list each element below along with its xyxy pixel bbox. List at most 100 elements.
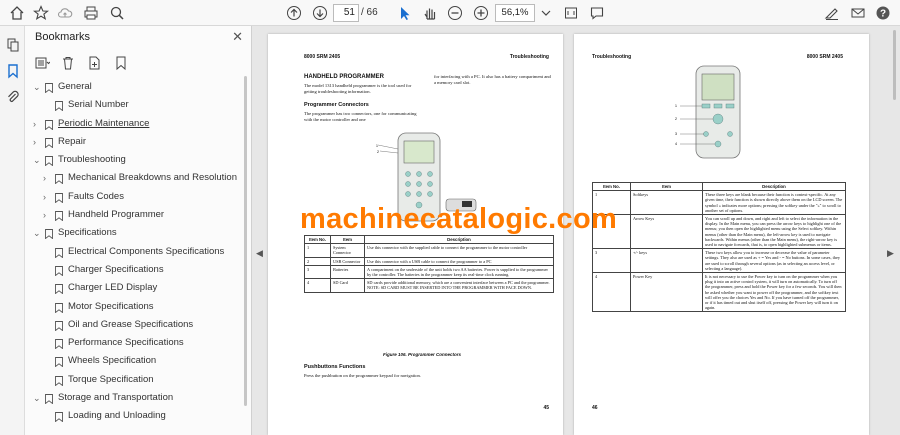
home-icon[interactable] [8,4,26,22]
print-icon[interactable] [82,4,100,22]
sign-icon[interactable] [823,4,841,22]
scroll-right-icon[interactable]: ▶ [887,248,894,259]
bookmark-item[interactable]: Performance Specifications [25,334,243,352]
page-46: Troubleshooting 8000 SRM 2405 1 2 3 4 It… [574,34,869,435]
chevron-right-icon[interactable]: › [33,115,43,133]
bookmarks-scrollbar[interactable] [244,76,247,406]
bookmark-flag-icon [55,302,63,313]
table-cell: Use this connector with the supplied cab… [364,243,554,258]
close-icon[interactable]: ✕ [232,29,243,45]
fit-page-icon[interactable] [562,4,580,22]
bookmark-options-icon[interactable] [33,54,51,72]
bookmark-item[interactable]: Charger LED Display [25,279,243,297]
page-thumbnails-icon[interactable] [4,36,22,54]
bookmark-item[interactable]: › Handheld Programmer [25,206,243,224]
chevron-down-icon[interactable]: ⌄ [33,224,43,242]
bookmark-flag-icon [55,411,63,423]
table-cell: 4 [592,272,631,313]
bookmark-flag-icon [55,320,63,332]
table-cell: It is not necessary to use the Power key… [702,272,846,313]
bookmark-flag-icon [45,137,53,149]
table-header-description: Description [702,181,846,192]
document-scrollbar[interactable] [893,30,896,100]
table-cell: System Connector [330,243,365,258]
table-cell: Batteries [330,264,365,280]
table-cell: 4 [304,278,331,293]
hand-tool-icon[interactable] [421,4,439,22]
delete-bookmark-icon[interactable] [59,54,77,72]
comment-icon[interactable] [588,4,606,22]
bookmark-item[interactable]: ⌄ Storage and Transportation [25,389,243,407]
pushbuttons-text: Press the pushbutton on the programmer k… [304,373,421,378]
chevron-right-icon[interactable]: › [43,206,53,224]
svg-text:3: 3 [675,132,677,136]
table-header-item: Item [630,181,703,192]
bookmark-label: Mechanical Breakdowns and Resolution [68,172,237,184]
bookmark-item[interactable]: Motor Specifications [25,298,243,316]
chevron-right-icon[interactable]: › [43,169,53,187]
bookmark-item[interactable]: ⌄ Troubleshooting [25,151,243,169]
table-row: 3 +/- keys These two keys allow you to inc… [592,248,846,274]
select-cursor-icon[interactable] [396,4,414,22]
table-cell: Power Key [630,272,703,313]
bookmark-item[interactable]: ⌄ General [25,78,243,96]
chevron-right-icon[interactable]: › [43,188,53,206]
chevron-down-icon[interactable]: ⌄ [33,389,43,407]
table-cell: These two keys allow you to increase or … [702,248,846,274]
help-icon[interactable]: ? [874,4,892,22]
chevron-down-icon[interactable]: ⌄ [33,151,43,169]
navigation-strip [0,26,25,435]
bookmark-label: Faults Codes [68,190,124,202]
chevron-right-icon[interactable]: › [33,133,43,151]
star-icon[interactable] [32,4,50,22]
bookmark-flag-icon [55,338,63,350]
chevron-down-icon[interactable] [537,4,555,22]
cloud-upload-icon[interactable] [56,4,74,22]
bookmark-item[interactable]: Wheels Specification [25,352,243,370]
previous-page-icon[interactable] [285,4,303,22]
bookmark-item[interactable]: Torque Specification [25,371,243,389]
email-icon[interactable] [849,4,867,22]
table-row: 3 Batteries A compartment on the underside… [304,264,554,280]
keypad-table: Item No. Item Description 1 Softkeys These… [592,181,846,313]
chevron-down-icon[interactable]: ⌄ [33,78,43,96]
table-row: 4 Power Key It is not necessary to use the… [592,272,846,313]
bookmark-label: Loading and Unloading [68,410,166,422]
bookmark-item[interactable]: › Repair [25,133,243,151]
bookmark-flag-icon [45,155,53,167]
bookmark-item[interactable]: › Mechanical Breakdowns and Resolution [25,169,243,187]
page-header-right: Troubleshooting [509,54,549,60]
attachment-icon[interactable] [4,88,22,106]
add-bookmark-icon[interactable] [86,54,104,72]
bookmark-label: Torque Specification [68,373,154,385]
svg-text:4: 4 [675,142,677,146]
zoom-level-select[interactable]: 56,1% [495,4,535,22]
document-viewer[interactable]: ◀ ▶ 8000 SRM 2405 Troubleshooting HANDHE… [252,26,900,435]
page-header-left: 8000 SRM 2405 [304,54,341,60]
bookmark-item[interactable]: › Faults Codes [25,188,243,206]
bookmark-item[interactable]: Loading and Unloading [25,407,243,425]
bookmark-item[interactable]: Serial Number [25,96,243,114]
page-number-input[interactable]: 51 [333,4,359,22]
zoom-in-icon[interactable] [472,4,490,22]
bookmark-item[interactable]: › Periodic Maintenance [25,115,243,133]
search-icon[interactable] [108,4,126,22]
bookmark-item[interactable]: Oil and Grease Specifications [25,316,243,334]
bookmark-item[interactable]: Charger Specifications [25,261,243,279]
bookmark-tag-icon[interactable] [112,54,130,72]
svg-text:2: 2 [675,117,677,121]
next-page-icon[interactable] [311,4,329,22]
bookmark-icon[interactable] [4,62,22,80]
table-cell: A compartment on the underside of the un… [364,264,554,280]
zoom-out-icon[interactable] [446,4,464,22]
bookmark-item[interactable]: Electrical Components Specifications [25,243,243,261]
bookmark-label: Handheld Programmer [68,209,165,221]
subsection-title: Programmer Connectors [304,102,369,108]
table-cell: These three keys are blank because their… [702,190,846,216]
connectors-table: Item No. Item Description 1 System Connec… [304,234,554,293]
bookmark-label: Serial Number [68,99,129,111]
bookmark-label: Troubleshooting [58,154,126,166]
bookmark-item[interactable]: ⌄ Specifications [25,224,243,242]
scroll-left-icon[interactable]: ◀ [256,248,263,259]
pushbuttons-title: Pushbuttons Functions [304,364,366,370]
